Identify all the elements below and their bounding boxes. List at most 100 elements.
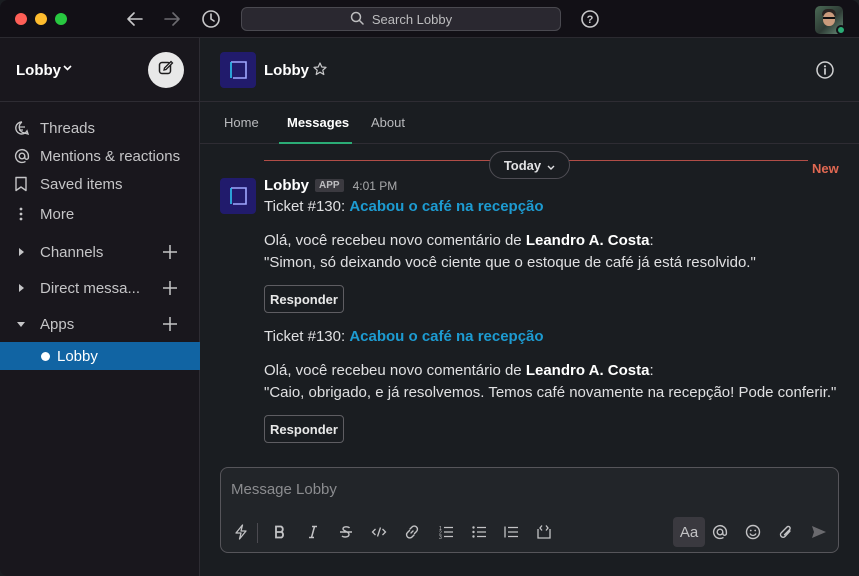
presence-indicator <box>836 25 846 35</box>
toolbar-divider <box>257 523 258 543</box>
comment-prefix: Olá, você recebeu novo comentário de <box>264 362 522 379</box>
search-icon <box>350 11 364 28</box>
italic-icon[interactable] <box>299 517 327 547</box>
add-dm-plus-icon[interactable] <box>162 280 178 300</box>
sidebar-section-label: Channels <box>40 243 104 261</box>
title-bar: Search Lobby ? <box>0 0 859 38</box>
add-channel-plus-icon[interactable] <box>162 244 178 264</box>
slack-window: Search Lobby ? Lobby Threads Mentions & … <box>0 0 859 576</box>
message-input[interactable] <box>231 478 791 500</box>
ticket-id: Ticket #130: <box>264 328 346 345</box>
minimize-window-button[interactable] <box>35 13 47 25</box>
svg-text:?: ? <box>587 14 594 26</box>
strikethrough-icon[interactable] <box>332 517 360 547</box>
at-icon <box>0 148 40 164</box>
comment-prefix: Olá, você recebeu novo comentário de <box>264 232 522 249</box>
date-divider-label: Today <box>503 157 542 173</box>
blockquote-icon[interactable] <box>497 517 525 547</box>
code-icon[interactable] <box>365 517 393 547</box>
comment-author: Leandro A. Costa <box>525 232 650 249</box>
date-divider-button[interactable]: Today <box>489 151 570 179</box>
chevron-down-icon[interactable] <box>63 63 72 74</box>
sidebar-section-label: Apps <box>40 315 75 333</box>
sidebar-item-label: Saved items <box>40 175 123 193</box>
online-dot-icon <box>41 351 50 361</box>
mention-at-icon[interactable] <box>706 517 734 547</box>
channel-tabs: Home Messages About <box>200 102 859 144</box>
workspace-header: Lobby <box>0 38 200 102</box>
history-clock-icon[interactable] <box>200 9 222 29</box>
compose-button[interactable] <box>148 52 184 88</box>
sidebar-item-label: More <box>40 205 75 223</box>
sidebar-section-apps[interactable]: Apps <box>0 310 200 338</box>
code-block-icon[interactable] <box>530 517 558 547</box>
emoji-icon[interactable] <box>739 517 767 547</box>
ticket-line: Ticket #130: Acabou o café na recepção <box>264 328 544 345</box>
svg-text:3: 3 <box>439 535 442 539</box>
sidebar-item-label: Lobby <box>57 347 98 365</box>
bullet-list-icon[interactable] <box>465 517 493 547</box>
numbered-list-icon[interactable]: 123 <box>432 517 460 547</box>
channel-title[interactable]: Lobby <box>264 62 309 79</box>
reply-button[interactable]: Responder <box>264 415 344 443</box>
link-icon[interactable] <box>398 517 426 547</box>
comment-intro: Olá, você recebeu novo comentário de Lea… <box>264 232 654 249</box>
comment-suffix: : <box>649 232 654 249</box>
comment-author: Leandro A. Costa <box>525 362 650 379</box>
selected-tab-indicator <box>279 142 352 144</box>
bookmark-icon <box>0 176 40 192</box>
message-composer: 123 Aa <box>220 467 839 553</box>
close-window-button[interactable] <box>15 13 27 25</box>
back-arrow-icon[interactable] <box>124 9 146 29</box>
forward-arrow-icon[interactable] <box>161 9 183 29</box>
workspace-name[interactable]: Lobby <box>16 62 61 79</box>
app-badge: APP <box>315 179 344 192</box>
format-toggle-button[interactable]: Aa <box>673 517 705 547</box>
tab-about[interactable]: About <box>371 115 405 130</box>
caret-down-icon <box>0 317 40 331</box>
sidebar-item-label: Mentions & reactions <box>40 147 181 165</box>
help-icon[interactable]: ? <box>579 9 601 29</box>
sidebar-item-lobby[interactable]: Lobby <box>0 342 200 370</box>
tab-home[interactable]: Home <box>224 115 259 130</box>
new-messages-label: New <box>812 161 839 176</box>
sidebar-item-mentions[interactable]: Mentions & reactions <box>0 142 200 170</box>
info-icon[interactable] <box>815 60 835 85</box>
star-icon[interactable] <box>313 62 327 81</box>
message-timestamp[interactable]: 4:01 PM <box>353 179 398 193</box>
ticket-link[interactable]: Acabou o café na recepção <box>349 198 543 215</box>
add-app-plus-icon[interactable] <box>162 316 178 336</box>
ticket-line: Ticket #130: Acabou o café na recepção <box>264 198 544 215</box>
tab-messages[interactable]: Messages <box>287 115 349 130</box>
comment-suffix: : <box>649 362 654 379</box>
search-bar[interactable]: Search Lobby <box>241 7 561 31</box>
search-placeholder: Search Lobby <box>371 11 453 27</box>
comment-intro: Olá, você recebeu novo comentário de Lea… <box>264 362 654 379</box>
sidebar-item-label: Threads <box>40 119 96 137</box>
sidebar: Lobby Threads Mentions & reactions Saved… <box>0 38 200 576</box>
bold-icon[interactable] <box>266 517 294 547</box>
ticket-id: Ticket #130: <box>264 198 346 215</box>
shortcuts-lightning-icon[interactable] <box>227 517 255 547</box>
more-vertical-icon <box>0 206 40 222</box>
sender-avatar[interactable] <box>220 178 256 214</box>
zoom-window-button[interactable] <box>55 13 67 25</box>
caret-right-icon <box>0 245 40 259</box>
reply-button[interactable]: Responder <box>264 285 344 313</box>
chevron-down-icon <box>547 158 555 173</box>
send-icon[interactable] <box>805 517 833 547</box>
sidebar-section-channels[interactable]: Channels <box>0 238 200 266</box>
sidebar-item-threads[interactable]: Threads <box>0 114 200 142</box>
ticket-link[interactable]: Acabou o café na recepção <box>349 328 543 345</box>
sidebar-item-more[interactable]: More <box>0 200 200 228</box>
sidebar-section-label: Direct messa... <box>40 279 141 297</box>
threads-icon <box>0 120 40 136</box>
compose-icon <box>158 60 174 81</box>
lobby-app-icon <box>220 52 256 88</box>
sidebar-section-direct-messages[interactable]: Direct messa... <box>0 274 200 302</box>
message-header: Lobby APP 4:01 PM <box>264 177 397 194</box>
comment-text: "Simon, só deixando você ciente que o es… <box>264 254 756 271</box>
sender-name[interactable]: Lobby <box>264 177 309 194</box>
sidebar-item-saved[interactable]: Saved items <box>0 170 200 198</box>
attachment-paperclip-icon[interactable] <box>772 517 800 547</box>
